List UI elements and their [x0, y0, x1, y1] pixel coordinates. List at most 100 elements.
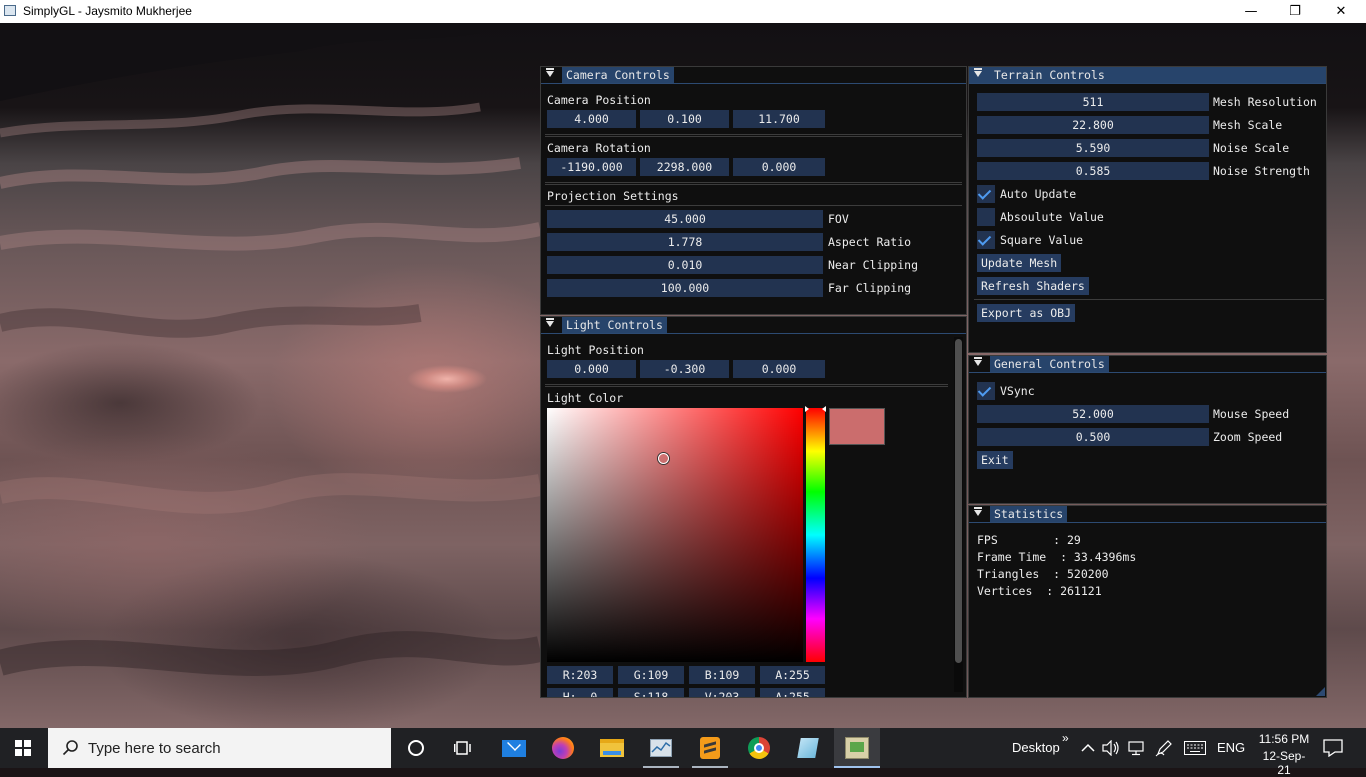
clock-time[interactable]: 11:56 PM — [1256, 732, 1312, 746]
camera-position-label: Camera Position — [547, 93, 651, 107]
touch-keyboard-icon[interactable] — [1184, 741, 1206, 755]
mesh-scale-field[interactable]: 22.800 — [977, 116, 1209, 134]
simplygl-app-icon — [845, 737, 869, 759]
sublime-icon — [700, 737, 720, 759]
green-field[interactable]: G:109 — [618, 666, 684, 684]
collapse-arrow-icon[interactable] — [974, 68, 982, 77]
search-box[interactable]: Type here to search — [48, 728, 391, 768]
mesh-scale-label: Mesh Scale — [1213, 118, 1283, 132]
light-controls-title: Light Controls — [562, 317, 667, 333]
collapse-arrow-icon[interactable] — [546, 318, 554, 327]
camera-position-z-field[interactable]: 11.700 — [733, 110, 825, 128]
statistics-title: Statistics — [990, 506, 1068, 522]
noise-strength-field[interactable]: 0.585 — [977, 162, 1209, 180]
saturation-value-picker[interactable] — [547, 408, 803, 662]
camera-rotation-x-field[interactable]: -1190.000 — [547, 158, 636, 176]
mouse-speed-field[interactable]: 52.000 — [977, 405, 1209, 423]
sublime-text-button[interactable] — [687, 728, 733, 768]
simplygl-app-button[interactable] — [834, 728, 880, 768]
chrome-button[interactable] — [736, 728, 782, 768]
clock-date[interactable]: 12-Sep-21 — [1256, 749, 1312, 777]
square-value-label: Square Value — [1000, 233, 1084, 247]
export-obj-button[interactable]: Export as OBJ — [977, 304, 1076, 322]
checkmark-icon — [977, 232, 992, 246]
file-explorer-button[interactable] — [589, 728, 635, 768]
pen-icon[interactable] — [1155, 739, 1173, 757]
value-field[interactable]: V:203 — [689, 688, 755, 697]
statistics-header[interactable]: Statistics — [969, 506, 1326, 523]
window-title: SimplyGL - Jaysmito Mukherjee — [23, 4, 192, 18]
search-placeholder: Type here to search — [88, 740, 221, 757]
light-position-y-field[interactable]: -0.300 — [640, 360, 729, 378]
windows-icon — [15, 740, 31, 756]
camera-rotation-y-field[interactable]: 2298.000 — [640, 158, 729, 176]
collapse-arrow-icon[interactable] — [974, 357, 982, 366]
task-view-button[interactable] — [440, 728, 486, 768]
mail-app-button[interactable] — [491, 728, 537, 768]
camera-position-x-field[interactable]: 4.000 — [547, 110, 636, 128]
notepad-button[interactable] — [785, 728, 831, 768]
vsync-checkbox[interactable] — [977, 382, 995, 400]
aspect-ratio-label: Aspect Ratio — [828, 235, 912, 249]
minimize-button[interactable]: — — [1228, 0, 1274, 23]
saturation-field[interactable]: S:118 — [618, 688, 684, 697]
noise-scale-field[interactable]: 5.590 — [977, 139, 1209, 157]
language-indicator[interactable]: ENG — [1217, 740, 1245, 755]
close-button[interactable]: ✕ — [1318, 0, 1364, 23]
value-gradient — [547, 408, 803, 662]
light-position-z-field[interactable]: 0.000 — [733, 360, 825, 378]
alpha-hsv-field[interactable]: A:255 — [760, 688, 825, 697]
cortana-button[interactable] — [393, 728, 439, 768]
general-controls-panel: General Controls VSync 52.000 Mouse Spee… — [968, 355, 1327, 504]
hue-field[interactable]: H: 0 — [547, 688, 613, 697]
collapse-arrow-icon[interactable] — [974, 507, 982, 516]
aspect-ratio-field[interactable]: 1.778 — [547, 233, 823, 251]
fov-field[interactable]: 45.000 — [547, 210, 823, 228]
vsync-label: VSync — [1000, 384, 1035, 398]
red-field[interactable]: R:203 — [547, 666, 613, 684]
desktop-toolbar-label[interactable]: Desktop — [1012, 740, 1060, 755]
notifications-icon[interactable] — [1323, 739, 1343, 757]
camera-position-y-field[interactable]: 0.100 — [640, 110, 729, 128]
update-mesh-button[interactable]: Update Mesh — [977, 254, 1062, 272]
camera-rotation-z-field[interactable]: 0.000 — [733, 158, 825, 176]
terrain-controls-title: Terrain Controls — [990, 67, 1109, 83]
mesh-resolution-label: Mesh Resolution — [1213, 95, 1317, 109]
square-value-checkbox[interactable] — [977, 231, 995, 249]
collapse-arrow-icon[interactable] — [546, 68, 554, 77]
absolute-value-checkbox[interactable] — [977, 208, 995, 226]
maximize-button[interactable]: ❐ — [1272, 0, 1318, 23]
mesh-resolution-field[interactable]: 511 — [977, 93, 1209, 111]
general-controls-header[interactable]: General Controls — [969, 356, 1326, 373]
blue-field[interactable]: B:109 — [689, 666, 755, 684]
firefox-button[interactable] — [540, 728, 586, 768]
start-button[interactable] — [0, 728, 46, 768]
picker-cursor-icon[interactable] — [658, 453, 669, 464]
noise-strength-label: Noise Strength — [1213, 164, 1310, 178]
exit-button[interactable]: Exit — [977, 451, 1013, 469]
show-hidden-icons-icon[interactable] — [1081, 743, 1095, 753]
camera-rotation-label: Camera Rotation — [547, 141, 651, 155]
network-icon[interactable] — [1128, 740, 1146, 756]
auto-update-checkbox[interactable] — [977, 185, 995, 203]
far-clipping-field[interactable]: 100.000 — [547, 279, 823, 297]
zoom-speed-field[interactable]: 0.500 — [977, 428, 1209, 446]
volume-icon[interactable] — [1102, 740, 1120, 756]
hue-slider[interactable] — [805, 406, 826, 662]
divider — [545, 136, 962, 137]
resize-grip-icon[interactable] — [1316, 687, 1325, 696]
task-manager-button[interactable] — [638, 728, 684, 768]
refresh-shaders-button[interactable]: Refresh Shaders — [977, 277, 1089, 295]
alpha-field[interactable]: A:255 — [760, 666, 825, 684]
mouse-speed-label: Mouse Speed — [1213, 407, 1290, 421]
near-clipping-field[interactable]: 0.010 — [547, 256, 823, 274]
toolbar-chevron-icon[interactable]: » — [1062, 731, 1069, 745]
color-preview-swatch[interactable] — [829, 408, 885, 445]
camera-controls-header[interactable]: Camera Controls — [541, 67, 966, 84]
scrollbar-track[interactable] — [954, 337, 963, 692]
light-position-x-field[interactable]: 0.000 — [547, 360, 636, 378]
terrain-controls-header[interactable]: Terrain Controls — [969, 67, 1326, 84]
statistics-panel: Statistics FPS : 29 Frame Time : 33.4396… — [968, 505, 1327, 698]
light-controls-header[interactable]: Light Controls — [541, 317, 966, 334]
scrollbar-thumb[interactable] — [955, 339, 962, 663]
